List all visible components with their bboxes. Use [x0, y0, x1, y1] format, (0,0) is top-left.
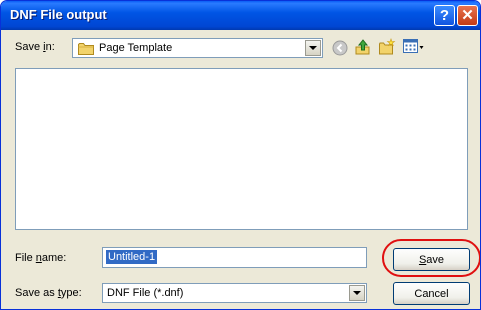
save-in-dropdown-arrow[interactable] [305, 40, 321, 56]
cancel-button-label: Cancel [414, 287, 449, 300]
save-in-label-part: Save [15, 41, 44, 53]
save-in-dropdown[interactable]: Page Template [72, 38, 323, 58]
save-button-label: ave [426, 253, 445, 266]
file-name-value: Untitled-1 [106, 250, 158, 264]
save-in-label-part: n: [45, 41, 55, 53]
save-as-type-label-part: ype: [60, 287, 82, 299]
back-icon[interactable] [332, 40, 348, 61]
views-menu-icon[interactable] [403, 39, 425, 60]
help-icon: ? [439, 7, 450, 24]
save-in-value: Page Template [99, 42, 173, 54]
save-as-type-label: Save as type: [15, 287, 82, 299]
file-list-pane[interactable] [15, 68, 468, 230]
dialog-title: DNF File output [10, 7, 107, 22]
save-button[interactable]: Save [393, 248, 470, 271]
save-as-type-value: DNF File (*.dnf) [107, 287, 184, 299]
close-icon: ✕ [461, 7, 474, 24]
save-as-type-dropdown[interactable]: DNF File (*.dnf) [102, 283, 367, 303]
cancel-button[interactable]: Cancel [393, 282, 470, 305]
folder-icon [78, 42, 95, 60]
save-as-type-label-part: Save as [15, 287, 58, 299]
save-in-label: Save in: [15, 41, 55, 53]
file-name-label-part: File [15, 252, 36, 264]
help-button[interactable]: ? [434, 5, 455, 26]
file-name-label-part: ame: [41, 252, 67, 264]
title-bar[interactable]: DNF File output ? ✕ [1, 1, 480, 30]
save-as-type-dropdown-arrow[interactable] [349, 285, 365, 301]
new-folder-icon[interactable] [378, 38, 396, 61]
up-folder-icon[interactable] [354, 38, 372, 61]
close-button[interactable]: ✕ [457, 5, 478, 26]
file-name-input[interactable]: Untitled-1 [102, 247, 367, 268]
chevron-down-icon [353, 291, 361, 295]
chevron-down-icon [309, 46, 317, 50]
file-name-label: File name: [15, 252, 66, 264]
save-button-accesskey: S [418, 253, 427, 266]
file-save-dialog: DNF File output ? ✕ Save in: Page Templa… [0, 0, 481, 310]
